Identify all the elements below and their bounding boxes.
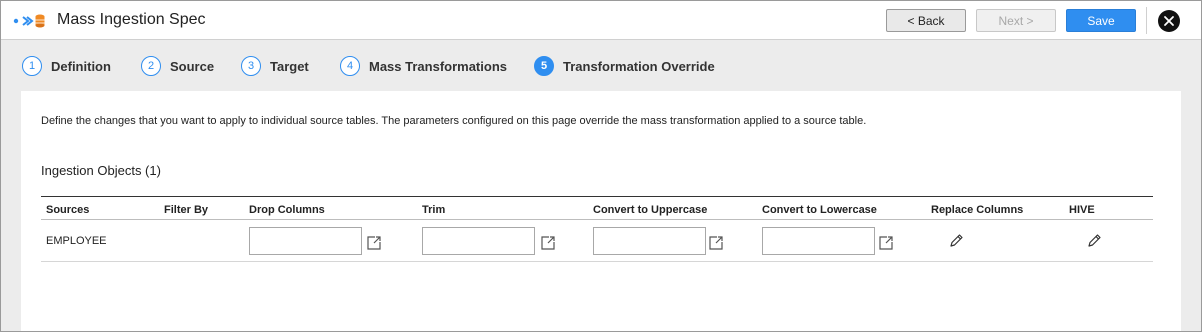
step-number: 4: [340, 56, 360, 76]
drop-columns-input[interactable]: [249, 227, 362, 255]
step-label: Mass Transformations: [369, 58, 507, 74]
column-header: Convert to Uppercase: [593, 204, 708, 216]
close-button[interactable]: [1158, 10, 1180, 32]
mass-ingestion-logo-icon: [13, 14, 45, 28]
step-number: 2: [141, 56, 161, 76]
table-row: EMPLOYEE: [41, 220, 1153, 262]
column-header: Trim: [422, 204, 446, 216]
trim-input[interactable]: [422, 227, 535, 255]
header-divider: [1146, 7, 1147, 34]
column-header: HIVE: [1069, 204, 1095, 216]
save-button[interactable]: Save: [1066, 9, 1136, 32]
open-editor-icon[interactable]: [366, 235, 382, 251]
header-bar: Mass Ingestion Spec < Back Next > Save: [1, 1, 1201, 40]
open-editor-icon[interactable]: [708, 235, 724, 251]
step-label: Target: [270, 58, 309, 74]
close-icon: [1164, 16, 1174, 26]
step-target[interactable]: 3 Target: [241, 56, 309, 76]
replace-columns-pencil-icon[interactable]: [948, 233, 964, 249]
main-panel: Define the changes that you want to appl…: [21, 91, 1181, 331]
ingestion-objects-table: Sources Filter By Drop Columns Trim Conv…: [41, 196, 1153, 262]
next-button[interactable]: Next >: [976, 9, 1056, 32]
app-title: Mass Ingestion Spec: [57, 11, 206, 28]
page-description: Define the changes that you want to appl…: [41, 115, 867, 127]
wizard-steps: 1 Definition 2 Source 3 Target 4 Mass Tr…: [1, 41, 1201, 91]
column-header: Convert to Lowercase: [762, 204, 877, 216]
step-label: Source: [170, 58, 215, 74]
step-source[interactable]: 2 Source: [141, 56, 214, 76]
convert-to-lowercase-input[interactable]: [762, 227, 875, 255]
step-mass-transformations[interactable]: 4 Mass Transformations: [340, 56, 507, 76]
step-number: 1: [22, 56, 42, 76]
open-editor-icon[interactable]: [540, 235, 556, 251]
open-editor-icon[interactable]: [878, 235, 894, 251]
column-header: Drop Columns: [249, 204, 325, 216]
source-name: EMPLOYEE: [46, 235, 107, 247]
back-button[interactable]: < Back: [886, 9, 966, 32]
table-header: Sources Filter By Drop Columns Trim Conv…: [41, 196, 1153, 220]
step-definition[interactable]: 1 Definition: [22, 56, 111, 76]
step-number: 3: [241, 56, 261, 76]
step-label: Transformation Override: [563, 58, 715, 74]
step-transformation-override[interactable]: 5 Transformation Override: [534, 56, 715, 76]
column-header: Replace Columns: [931, 204, 1024, 216]
convert-to-uppercase-input[interactable]: [593, 227, 706, 255]
column-header: Filter By: [164, 204, 209, 216]
column-header: Sources: [46, 204, 90, 216]
hive-pencil-icon[interactable]: [1086, 233, 1102, 249]
step-number: 5: [534, 56, 554, 76]
step-label: Definition: [51, 58, 111, 74]
section-title: Ingestion Objects (1): [41, 163, 161, 178]
